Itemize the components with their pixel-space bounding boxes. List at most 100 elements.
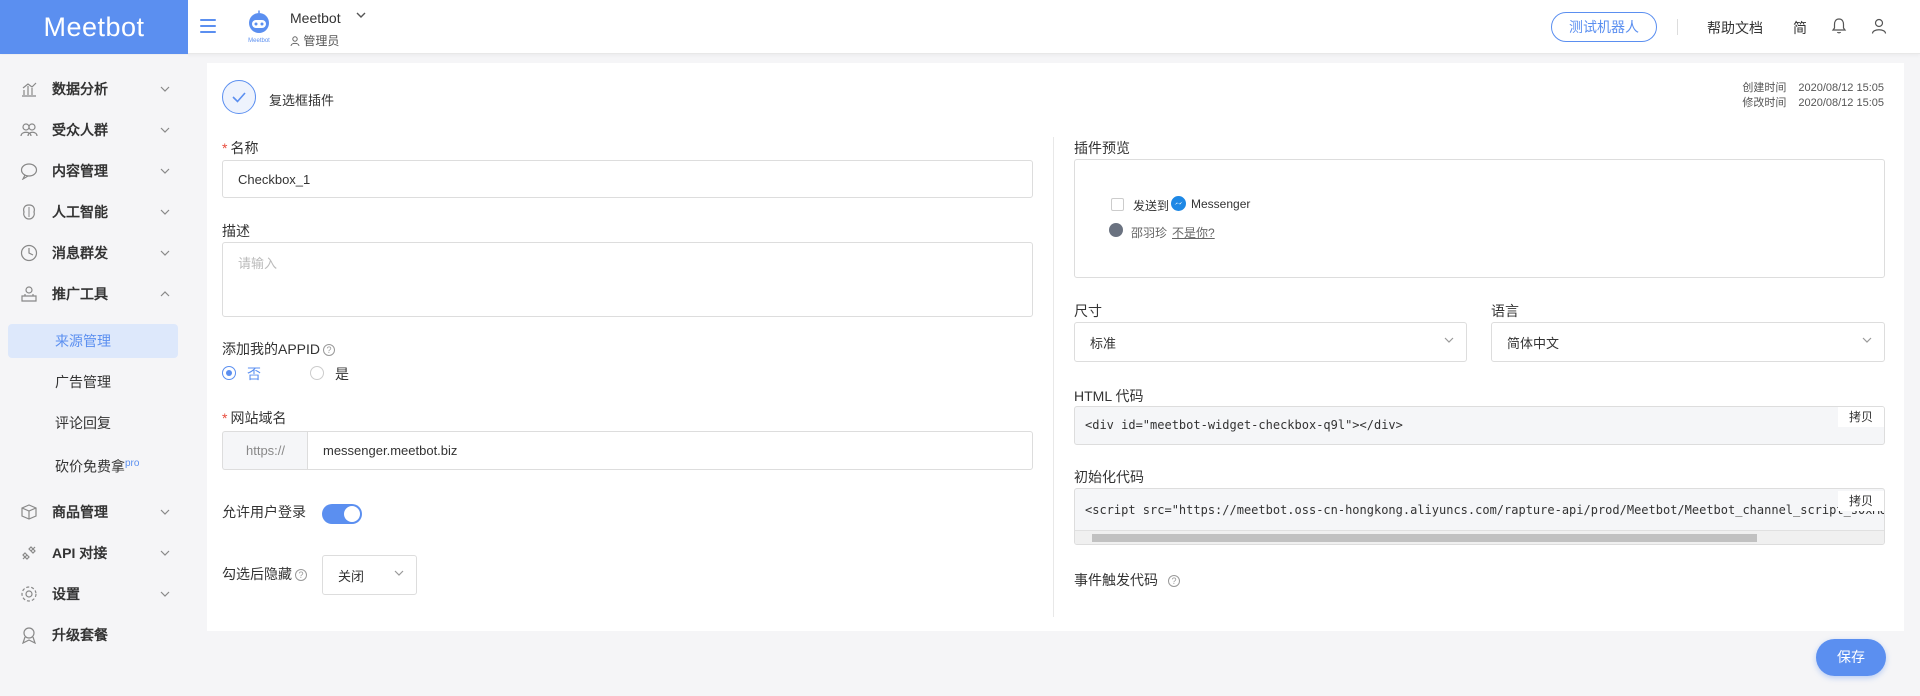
desc-label: 描述	[222, 223, 250, 239]
name-label: * 名称	[222, 140, 259, 156]
copy-html-button[interactable]: 拷贝	[1838, 407, 1884, 427]
chevron-down-icon	[160, 86, 170, 92]
sidebar-subitem-label: 砍价免费拿	[55, 458, 125, 475]
sidebar-item-ai[interactable]: 人工智能	[20, 200, 170, 224]
sidebar-item-label: 推广工具	[52, 286, 108, 302]
scrollbar-thumb[interactable]	[1092, 534, 1757, 542]
save-button[interactable]: 保存	[1816, 639, 1886, 676]
sidebar-item-settings[interactable]: 设置	[20, 582, 170, 606]
sidebar-item-content[interactable]: 内容管理	[20, 159, 170, 183]
chevron-down-icon	[160, 550, 170, 556]
sidebar-subitem-source[interactable]: 来源管理	[8, 324, 178, 358]
domain-prefix: https://	[222, 431, 308, 470]
chevron-down-icon	[160, 509, 170, 515]
event-code-label: 事件触发代码?	[1074, 570, 1180, 590]
chat-icon	[20, 163, 38, 180]
sidebar-item-label: 消息群发	[52, 245, 108, 261]
created-value: 2020/08/12 15:05	[1798, 82, 1884, 94]
column-divider	[1053, 137, 1054, 617]
chevron-down-icon	[160, 591, 170, 597]
user-icon[interactable]	[1870, 17, 1888, 35]
timestamps: 创建时间 2020/08/12 15:05 修改时间 2020/08/12 15:0…	[1742, 81, 1884, 111]
domain-input[interactable]: messenger.meetbot.biz	[307, 431, 1033, 470]
help-icon[interactable]: ?	[1168, 575, 1180, 587]
sidebar-item-api[interactable]: API 对接	[20, 541, 170, 565]
chevron-down-icon	[394, 570, 404, 576]
chevron-down-icon[interactable]	[355, 9, 367, 21]
init-code-box[interactable]: <script src="https://meetbot.oss-cn-hong…	[1074, 488, 1885, 545]
appid-yes-label[interactable]: 是	[335, 364, 349, 384]
html-code-box[interactable]: <div id="meetbot-widget-checkbox-q9l"></…	[1074, 406, 1885, 445]
language-switch[interactable]: 简	[1793, 18, 1807, 38]
person-icon	[290, 36, 300, 47]
modified-value: 2020/08/12 15:05	[1798, 97, 1884, 109]
help-icon[interactable]: ?	[323, 344, 336, 356]
promo-icon	[21, 286, 37, 302]
sidebar-subitem-bargain[interactable]: 砍价免费拿pro	[8, 447, 178, 481]
not-you-link[interactable]: 不是你?	[1172, 224, 1215, 241]
scroll-left-arrow-icon[interactable]: ◀	[1079, 533, 1084, 544]
sidebar-subitem-ads[interactable]: 广告管理	[8, 365, 178, 399]
appid-radio-no[interactable]	[222, 366, 236, 380]
appid-no-label[interactable]: 否	[247, 364, 261, 384]
appid-radio-yes[interactable]	[310, 366, 324, 380]
preview-checkbox[interactable]	[1111, 198, 1124, 211]
help-docs-link[interactable]: 帮助文档	[1707, 18, 1763, 38]
size-label: 尺寸	[1074, 303, 1102, 319]
svg-text:Meetbot: Meetbot	[248, 38, 270, 44]
sidebar-item-label: 数据分析	[52, 81, 108, 97]
size-select[interactable]: 标准	[1074, 322, 1467, 362]
chevron-down-icon	[160, 209, 170, 215]
desc-textarea[interactable]: 请输入	[222, 242, 1033, 317]
page-title: 复选框插件	[269, 93, 335, 108]
box-icon	[21, 504, 37, 520]
sidebar-item-products[interactable]: 商品管理	[20, 500, 170, 524]
preview-label: 插件预览	[1074, 140, 1130, 156]
sidebar-item-label: API 对接	[52, 545, 108, 561]
sidebar-item-analytics[interactable]: 数据分析	[20, 77, 170, 101]
chevron-down-icon	[160, 168, 170, 174]
copy-init-button[interactable]: 拷贝	[1838, 491, 1884, 511]
help-icon[interactable]: ?	[295, 569, 307, 581]
hide-select-value: 关闭	[338, 568, 365, 584]
hide-after-check-label: 勾选后隐藏?	[222, 564, 307, 584]
header-divider	[1677, 19, 1678, 35]
sidebar-item-label: 受众人群	[52, 122, 108, 138]
bell-icon[interactable]	[1830, 17, 1848, 35]
sidebar-item-upgrade[interactable]: 升级套餐	[20, 623, 170, 647]
horizontal-scrollbar[interactable]: ◀ ▶	[1075, 530, 1884, 544]
chevron-down-icon	[160, 127, 170, 133]
language-select-value: 简体中文	[1507, 335, 1560, 351]
sidebar-subitem-comments[interactable]: 评论回复	[8, 406, 178, 440]
menu-toggle-icon[interactable]	[200, 19, 216, 33]
init-code-label: 初始化代码	[1074, 469, 1144, 485]
sidebar-item-label: 设置	[52, 586, 80, 602]
scroll-right-arrow-icon[interactable]: ▶	[1875, 533, 1880, 544]
pro-badge: pro	[125, 458, 140, 469]
html-code-label: HTML 代码	[1074, 388, 1144, 404]
sidebar-item-broadcast[interactable]: 消息群发	[20, 241, 170, 265]
bot-name[interactable]: Meetbot	[290, 10, 341, 26]
preview-user-avatar	[1109, 223, 1123, 237]
chevron-down-icon	[1862, 337, 1872, 343]
sidebar-item-label: 内容管理	[52, 163, 108, 179]
upgrade-icon	[22, 627, 36, 644]
appid-label: 添加我的APPID?	[222, 339, 336, 359]
sidebar-item-audience[interactable]: 受众人群	[20, 118, 170, 142]
app-logo[interactable]: Meetbot	[0, 0, 188, 54]
name-input[interactable]: Checkbox_1	[222, 160, 1033, 198]
plugin-preview: 发送到 Messenger 邵羽珍 不是你?	[1074, 159, 1885, 278]
bar-chart-icon	[22, 82, 37, 97]
sidebar-item-promo[interactable]: 推广工具	[20, 282, 170, 306]
allow-login-toggle[interactable]	[322, 504, 362, 524]
hide-after-check-select[interactable]: 关闭	[322, 555, 417, 595]
plugin-status-icon	[222, 80, 256, 114]
test-bot-button[interactable]: 测试机器人	[1551, 12, 1657, 42]
api-icon	[22, 546, 36, 560]
preview-user-name: 邵羽珍	[1131, 226, 1168, 240]
language-select[interactable]: 简体中文	[1491, 322, 1885, 362]
language-label: 语言	[1491, 303, 1519, 319]
messenger-label: Messenger	[1191, 197, 1251, 211]
domain-label: * 网站域名	[222, 410, 287, 426]
init-code-value: <script src="https://meetbot.oss-cn-hong…	[1085, 503, 1885, 517]
